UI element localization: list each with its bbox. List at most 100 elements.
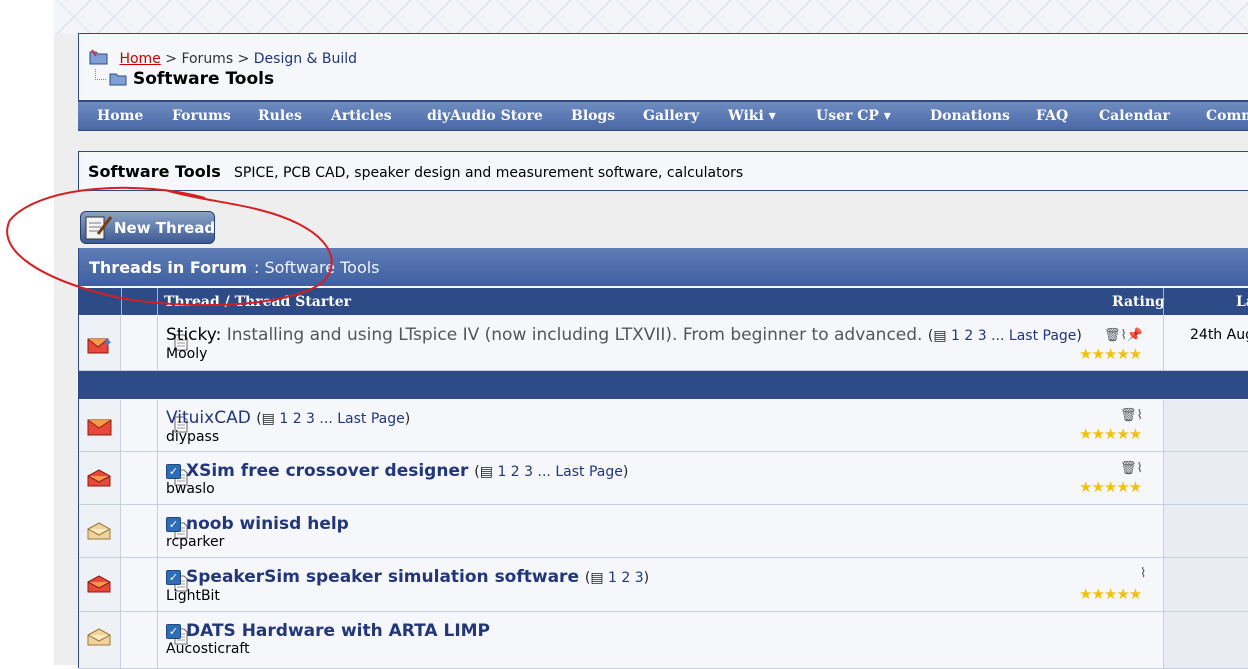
page-links: (▤ 1 2 3 ... Last Page) (256, 411, 411, 427)
thread-starter[interactable]: Aucosticraft (166, 641, 250, 657)
nav-home[interactable]: Home (97, 108, 143, 124)
page-title: Software Tools (109, 69, 274, 89)
thread-row[interactable]: ✓ SpeakerSim speaker simulation software … (79, 558, 1248, 612)
page-numbers[interactable]: 1 2 3 (608, 570, 644, 586)
thread-starter[interactable]: rcparker (166, 534, 224, 550)
rating-stars: ★★★★★ (1079, 425, 1142, 443)
envelope-hot-icon (87, 338, 111, 354)
thread-starter[interactable]: LightBit (166, 588, 220, 604)
nav-articles[interactable]: Articles (331, 108, 392, 124)
new-thread-label: New Thread (114, 219, 216, 237)
page-numbers[interactable]: 1 2 3 ... (951, 328, 1004, 344)
open-folder-icon (109, 73, 127, 86)
column-divider (1163, 288, 1164, 315)
thread-title[interactable]: XSim free crossover designer (186, 461, 468, 481)
nav-gallery[interactable]: Gallery (643, 108, 699, 124)
thread-title[interactable]: SpeakerSim speaker simulation software (186, 567, 579, 587)
col-rating-header[interactable]: Rating (1112, 294, 1165, 310)
thread-starter[interactable]: diypass (166, 429, 219, 445)
breadcrumb-separator: > (165, 51, 177, 67)
attachment-icon: ⌇ (1136, 461, 1143, 476)
column-divider (157, 288, 158, 315)
envelope-open-icon (87, 575, 111, 593)
trash-icon: 🗑 (1120, 408, 1137, 423)
nav-blogs[interactable]: Blogs (571, 108, 615, 124)
nav-forums[interactable]: Forums (172, 108, 231, 124)
column-divider (121, 288, 122, 315)
icon-cell (121, 505, 188, 557)
last-post-cell: 24th Aug (1163, 316, 1248, 370)
last-page-link[interactable]: Last Page (1009, 328, 1077, 344)
nav-faq[interactable]: FAQ (1036, 108, 1068, 124)
forum-description: SPICE, PCB CAD, speaker design and measu… (234, 165, 744, 181)
icon-cell (121, 612, 188, 668)
last-page-link[interactable]: Last Page (555, 464, 623, 480)
envelope-open-icon (87, 469, 111, 487)
tree-connector (95, 69, 106, 80)
threads-heading: Threads in Forum (89, 258, 248, 277)
attachment-icon: ⌇ (1136, 408, 1143, 423)
thread-title[interactable]: DATS Hardware with ARTA LIMP (186, 621, 490, 641)
thread-row[interactable]: ✓ XSim free crossover designer (▤ 1 2 3 .… (79, 452, 1248, 505)
left-gutter (0, 0, 54, 665)
nav-donations[interactable]: Donations (930, 108, 1010, 124)
col-thread-header[interactable]: Thread / Thread Starter (164, 294, 351, 310)
forum-description-box: Software Tools SPICE, PCB CAD, speaker d… (78, 151, 1248, 191)
last-page-link[interactable]: Last Page (337, 411, 405, 427)
breadcrumb: Home > Forums > Design & Build Software … (78, 33, 1248, 101)
nav-user-cp[interactable]: User CP ▾ (816, 108, 891, 124)
page-numbers[interactable]: 1 2 3 ... (279, 411, 332, 427)
page-links: (▤ 1 2 3 ... Last Page) (474, 464, 629, 480)
thread-title[interactable]: Installing and using LTspice IV (now inc… (227, 325, 923, 345)
page-links: (▤ 1 2 3 ... Last Page) (927, 328, 1082, 344)
thread-title[interactable]: noob winisd help (186, 514, 349, 534)
pin-icon: 📌 (1126, 328, 1144, 343)
attachment-icon: ⌇ (1140, 566, 1147, 581)
last-post-cell (1163, 558, 1248, 611)
thread-row[interactable]: ✓ noob winisd help rcparker (79, 505, 1248, 558)
thread-row[interactable]: VituixCAD (▤ 1 2 3 ... Last Page) diypas… (79, 400, 1248, 452)
nav-wiki[interactable]: Wiki ▾ (728, 108, 776, 124)
thread-status-icons: 🗑⌇📌 (1104, 328, 1143, 343)
thread-cell: ✓ XSim free crossover designer (▤ 1 2 3 .… (158, 452, 1163, 504)
sticky-separator (79, 371, 1248, 399)
page-links: (▤ 1 2 3) (584, 570, 650, 586)
breadcrumb-section-link[interactable]: Design & Build (254, 51, 357, 67)
breadcrumb-trail: Home > Forums > Design & Build (89, 49, 357, 67)
thread-title-line: VituixCAD (▤ 1 2 3 ... Last Page) (166, 408, 410, 428)
sticky-prefix: Sticky: (166, 325, 222, 345)
breadcrumb-home-link[interactable]: Home (119, 51, 160, 67)
nav-store[interactable]: diyAudio Store (427, 108, 543, 124)
thread-title-line: ✓ noob winisd help (166, 514, 349, 534)
trash-icon: 🗑 (1120, 461, 1137, 476)
last-post-cell (1163, 452, 1248, 504)
nav-community[interactable]: Comm (1206, 108, 1248, 124)
new-thread-button[interactable]: New Thread (80, 211, 215, 244)
checkbox-icon: ✓ (166, 624, 181, 639)
checkbox-icon: ✓ (166, 517, 181, 532)
thread-cell: VituixCAD (▤ 1 2 3 ... Last Page) diypas… (158, 400, 1163, 451)
status-cell (79, 558, 121, 611)
icon-cell (121, 452, 188, 504)
threads-heading-forum: : Software Tools (254, 258, 380, 277)
nav-calendar[interactable]: Calendar (1099, 108, 1170, 124)
icon-cell (121, 400, 188, 451)
thread-starter[interactable]: Mooly (166, 346, 207, 362)
thread-starter[interactable]: bwaslo (166, 481, 215, 497)
thread-row-sticky[interactable]: Sticky: Installing and using LTspice IV … (79, 316, 1248, 371)
page-numbers[interactable]: 1 2 3 ... (497, 464, 550, 480)
thread-cell: ✓ noob winisd help rcparker (158, 505, 1163, 557)
nav-rules[interactable]: Rules (258, 108, 302, 124)
col-last-post-header[interactable]: La (1236, 294, 1248, 310)
envelope-icon (87, 419, 112, 436)
last-post-cell (1163, 612, 1248, 668)
thread-title[interactable]: VituixCAD (166, 408, 251, 428)
envelope-read-icon (87, 522, 111, 540)
thread-table-columns: Thread / Thread Starter Rating La (79, 288, 1248, 315)
checkbox-icon: ✓ (166, 570, 181, 585)
thread-row[interactable]: ✓ DATS Hardware with ARTA LIMP Aucosticra… (79, 612, 1248, 669)
breadcrumb-forums-link[interactable]: Forums (181, 51, 233, 67)
trash-icon: 🗑 (1104, 328, 1121, 343)
rating-stars: ★★★★★ (1079, 345, 1142, 363)
thread-status-icons: 🗑⌇ (1120, 408, 1143, 423)
